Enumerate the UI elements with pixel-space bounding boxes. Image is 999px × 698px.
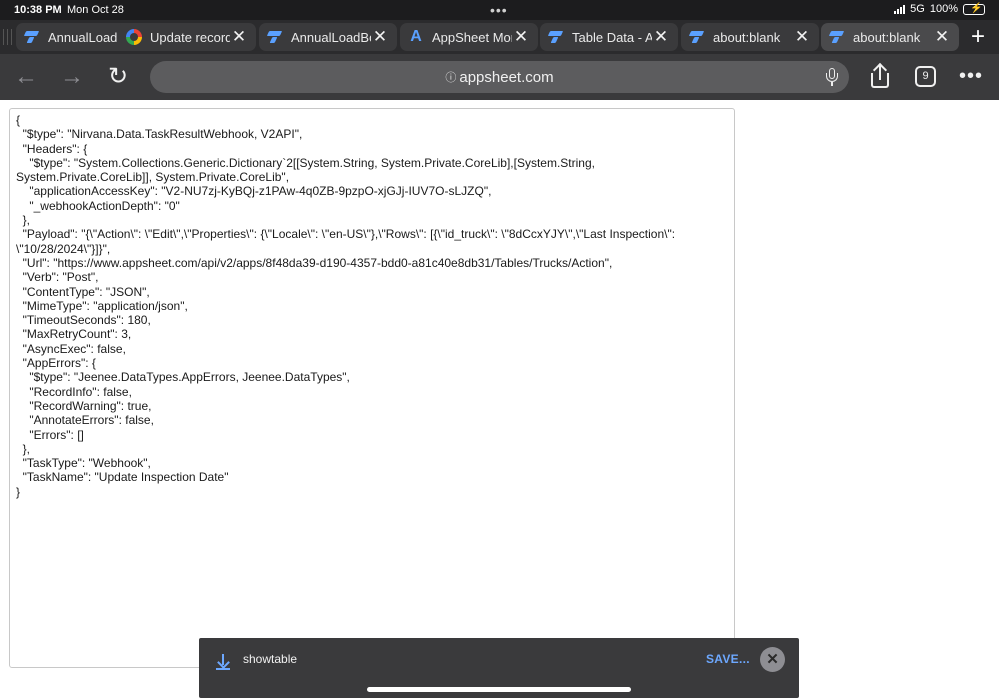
- tab-about-blank-active[interactable]: about:blank ✕: [821, 23, 959, 51]
- tab-annualloadbook-2[interactable]: AnnualLoadBookSetup ✕: [259, 23, 397, 51]
- tab-appsheet-monitor[interactable]: A AppSheet Monitor ✕: [400, 23, 538, 51]
- url-text: appsheet.com: [459, 68, 554, 86]
- status-bar: 10:38 PM Mon Oct 28 ••• 5G 100% ⚡: [0, 0, 999, 20]
- tab-switcher-button[interactable]: 9: [915, 66, 936, 87]
- tab-title: about:blank: [713, 29, 781, 45]
- tab-bar: AnnualLoadBookSetup Update records ✕ Ann…: [0, 20, 999, 54]
- more-options-icon[interactable]: •••: [956, 63, 986, 91]
- site-info-icon[interactable]: ⓘ: [445, 69, 456, 85]
- tab-table-data[interactable]: Table Data - AppSheet ✕: [540, 23, 678, 51]
- appsheet-icon: [24, 29, 40, 45]
- appsheet-icon: [548, 29, 564, 45]
- browser-toolbar: ← → ↻ ⓘ appsheet.com 9 •••: [0, 54, 999, 100]
- cellular-signal-icon: [894, 4, 906, 14]
- appsheet-a-icon: A: [410, 28, 422, 45]
- close-tab-icon[interactable]: ✕: [793, 23, 811, 51]
- battery-percentage: 100%: [929, 3, 958, 15]
- multitasking-dots-icon[interactable]: •••: [490, 2, 508, 18]
- status-time: 10:38 PM: [14, 4, 62, 16]
- download-icon: [216, 654, 230, 670]
- close-tab-icon[interactable]: ✕: [512, 23, 530, 51]
- address-bar[interactable]: ⓘ appsheet.com: [150, 61, 849, 93]
- download-filename: showtable: [243, 652, 298, 666]
- appsheet-icon: [829, 29, 845, 45]
- tab-title: Update records: [150, 29, 230, 45]
- appsheet-icon: [689, 29, 705, 45]
- close-tab-icon[interactable]: ✕: [371, 23, 389, 51]
- tab-title: AppSheet Monitor: [432, 29, 512, 45]
- google-icon: [126, 29, 142, 45]
- close-download-icon[interactable]: ✕: [760, 647, 785, 672]
- webhook-json-text: { "$type": "Nirvana.Data.TaskResultWebho…: [16, 113, 676, 499]
- close-tab-icon[interactable]: ✕: [933, 23, 951, 51]
- save-button[interactable]: SAVE...: [706, 652, 750, 666]
- network-type: 5G: [910, 3, 925, 15]
- new-tab-icon[interactable]: +: [964, 23, 992, 51]
- download-bar: showtable SAVE... ✕: [199, 638, 799, 698]
- home-indicator[interactable]: [367, 687, 631, 692]
- status-date: Mon Oct 28: [67, 4, 124, 16]
- share-icon[interactable]: [868, 62, 892, 90]
- status-indicators: 5G 100% ⚡: [894, 3, 985, 15]
- close-tab-icon[interactable]: ✕: [652, 23, 670, 51]
- appsheet-icon: [267, 29, 283, 45]
- page-content: { "$type": "Nirvana.Data.TaskResultWebho…: [0, 100, 999, 698]
- tab-about-blank-1[interactable]: about:blank ✕: [681, 23, 819, 51]
- back-arrow-icon[interactable]: ←: [11, 62, 41, 92]
- tab-title: about:blank: [853, 29, 921, 45]
- json-textarea[interactable]: { "$type": "Nirvana.Data.TaskResultWebho…: [9, 108, 735, 668]
- tab-title: AnnualLoadBookSetup: [291, 29, 371, 45]
- forward-arrow-icon[interactable]: →: [57, 62, 87, 92]
- overflow-tabs-edge[interactable]: [0, 23, 14, 51]
- reload-icon[interactable]: ↻: [103, 62, 133, 92]
- tab-title: Table Data - AppSheet: [572, 29, 652, 45]
- tab-update-records[interactable]: Update records ✕: [118, 23, 256, 51]
- microphone-icon[interactable]: [826, 68, 838, 86]
- battery-icon: ⚡: [963, 3, 985, 15]
- close-tab-icon[interactable]: ✕: [230, 23, 248, 51]
